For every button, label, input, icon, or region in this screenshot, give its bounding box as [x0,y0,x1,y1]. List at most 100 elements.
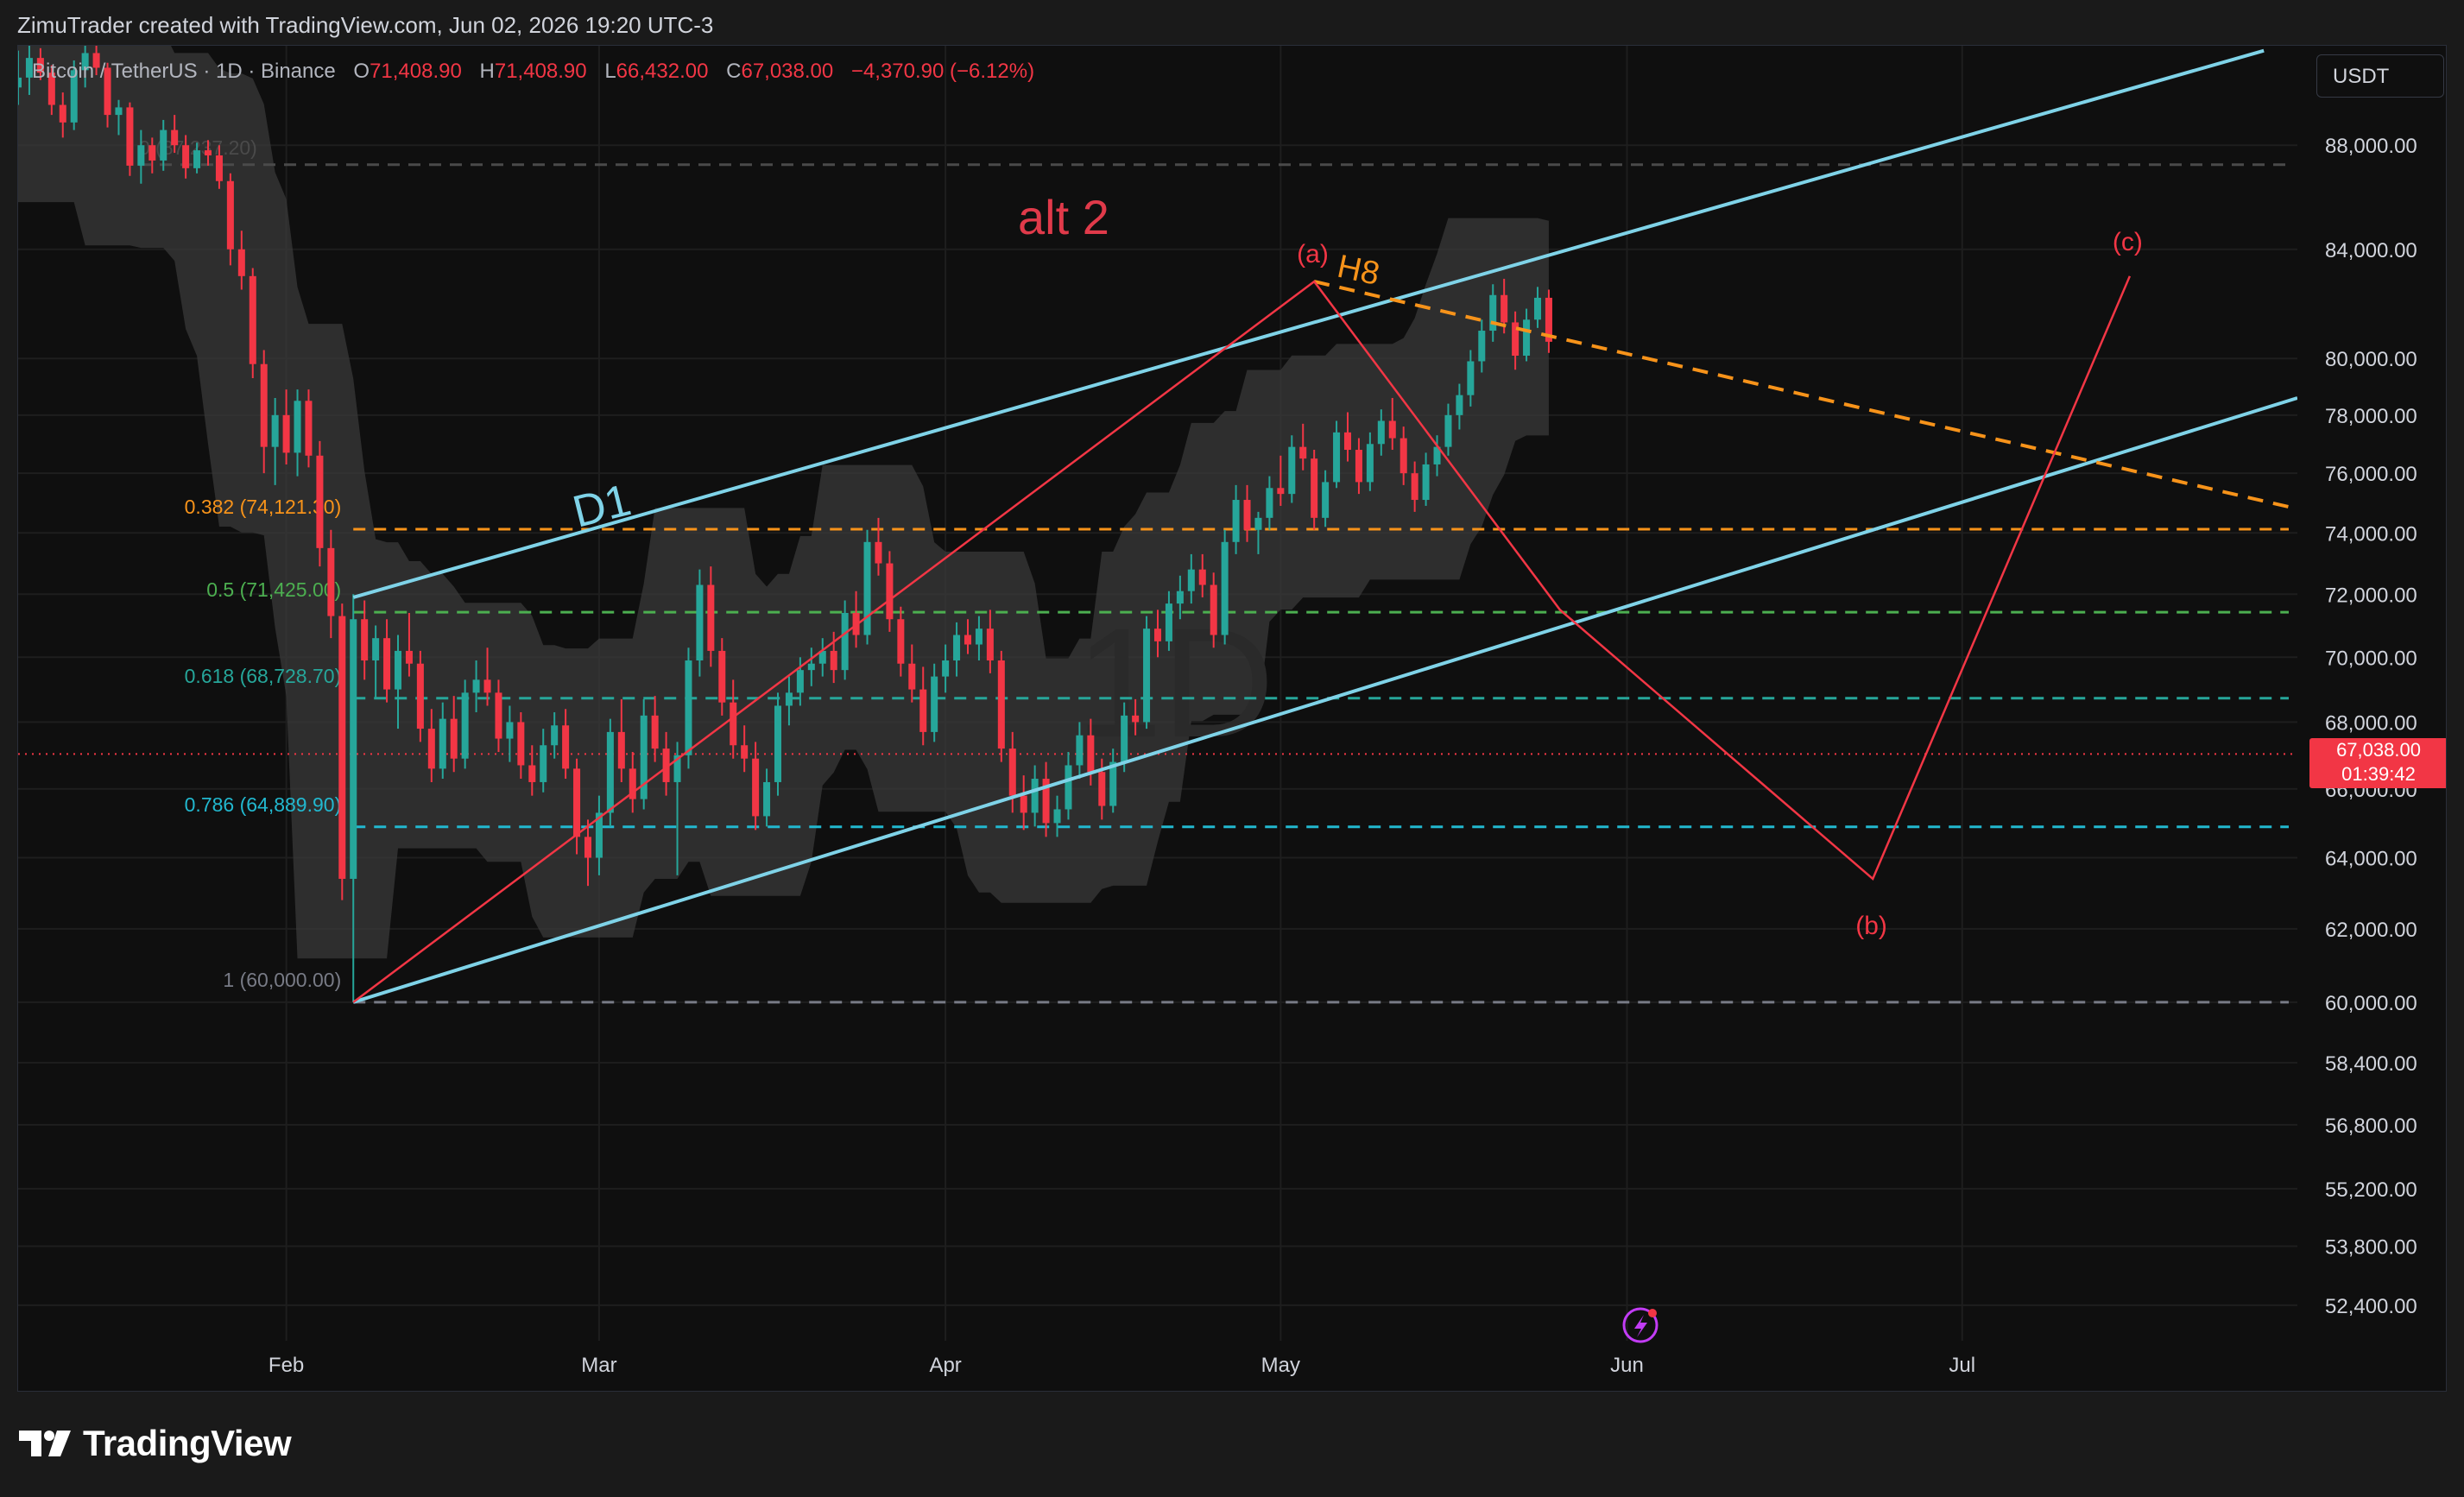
candle-body [1020,795,1027,813]
high-value: 71,408.90 [494,60,587,83]
lightning-event-icon[interactable] [1622,1307,1658,1343]
candle-body [975,628,982,645]
price-tick-label: 78,000.00 [2325,405,2417,428]
wave-b-label: (b) [1855,912,1887,940]
candle-body [830,650,837,671]
candle-body [383,638,391,690]
candle[interactable] [316,440,324,567]
candle-body [1053,809,1061,824]
candle-body [1277,488,1285,495]
candle-body [495,692,502,739]
candle-body [796,670,804,693]
candle-body [1523,319,1531,356]
candle[interactable] [774,692,782,796]
candle-body [316,455,324,548]
candle-body [718,650,726,703]
candle-body [126,107,134,166]
candle-body [774,705,782,782]
candle-body [1098,772,1106,806]
symbol-title[interactable]: Bitcoin / TetherUS · 1D · Binance [32,60,336,83]
candle-body [439,718,446,769]
candle-body [361,619,369,661]
candle-body [963,635,972,645]
price-tick-label: 52,400.00 [2325,1295,2417,1318]
candle-body [584,837,592,858]
price-tick-label: 84,000.00 [2325,239,2417,262]
candle-body [863,541,871,635]
candle-body [540,745,547,782]
candle-body [271,414,279,447]
candle-body [573,768,581,837]
candle-body [1467,361,1475,395]
candle-body [249,275,256,364]
candle-body [1121,715,1128,762]
price-axis[interactable]: 88,000.00 84,000.00 80,000.00 78,000.00 76,0… [2297,46,2447,1392]
currency-button[interactable]: USDT [2316,54,2444,98]
candle[interactable] [640,698,648,810]
candle-body [986,628,994,661]
price-chart[interactable]: 1D 0.382 (74,121.30)0.5 (71,425.00)0.618… [18,46,2447,1392]
candle[interactable] [863,529,871,645]
price-tick-label: 64,000.00 [2325,848,2417,871]
candle[interactable] [249,268,256,379]
footer: TradingView [0,1392,2464,1497]
candle-body [1008,748,1016,796]
candle-body [1153,628,1162,641]
candle-body [1489,294,1497,332]
candle-body [897,619,905,664]
candle[interactable] [126,102,134,176]
candle[interactable] [416,650,424,742]
chart-credit: ZimuTrader created with TradingView.com,… [17,12,714,38]
candle-body [1065,765,1072,810]
candle-body [1087,735,1095,773]
top-bar: ZimuTrader created with TradingView.com,… [0,0,2464,45]
candle[interactable] [1143,616,1151,730]
candle[interactable] [1221,529,1229,645]
candle-body [1456,395,1463,415]
price-tick-label: 88,000.00 [2325,135,2417,158]
candle-body [18,77,22,88]
candle-body [483,679,491,693]
low-label: L [604,60,616,83]
chart-pane[interactable]: 1D 0.382 (74,121.30) 0.5 (71,425.00) 0.618… [17,45,2447,1392]
candle-body [875,541,882,564]
candle-body [1031,779,1039,813]
candle-body [282,414,290,453]
candle-body [551,725,559,746]
candle-body [1221,541,1229,635]
high-label: H [479,60,495,83]
candle[interactable] [338,603,346,900]
fib-level-label: 0.5 (71,425.00) [206,578,341,601]
candle-body [427,729,435,769]
price-tick-label: 68,000.00 [2325,711,2417,735]
candle-body [685,660,692,755]
price-tick-label: 76,000.00 [2325,463,2417,486]
candle-body [1232,500,1240,542]
candle-body [1187,569,1195,591]
bar-countdown: 01:39:42 [2341,763,2416,786]
candle-body [327,547,335,616]
candle-body [1501,294,1508,323]
candle-body [137,145,145,166]
fib-level-label: 1 (60,000.00) [223,969,341,991]
time-axis[interactable]: Feb Mar Apr May Jun Jul [18,1341,2447,1392]
candle-body [919,689,927,732]
candle-body [807,663,815,671]
candle-body [305,401,313,456]
time-tick-label: May [1261,1354,1300,1377]
time-tick-label: Apr [929,1354,961,1377]
candle-body [1444,414,1452,447]
price-tick-label: 56,800.00 [2325,1115,2417,1138]
candle[interactable] [461,679,469,769]
price-tick-label: 70,000.00 [2325,647,2417,670]
candle-body [215,155,223,181]
candle[interactable] [997,650,1005,762]
candle-body [1322,482,1330,518]
candle-body [506,722,514,739]
candle-body [651,715,659,749]
tradingview-logo[interactable]: TradingView [19,1423,292,1464]
wave-a-label: (a) [1297,240,1329,268]
candle-body [461,692,469,759]
candle-body [707,584,715,651]
h8-label: H8 [1334,249,1382,293]
